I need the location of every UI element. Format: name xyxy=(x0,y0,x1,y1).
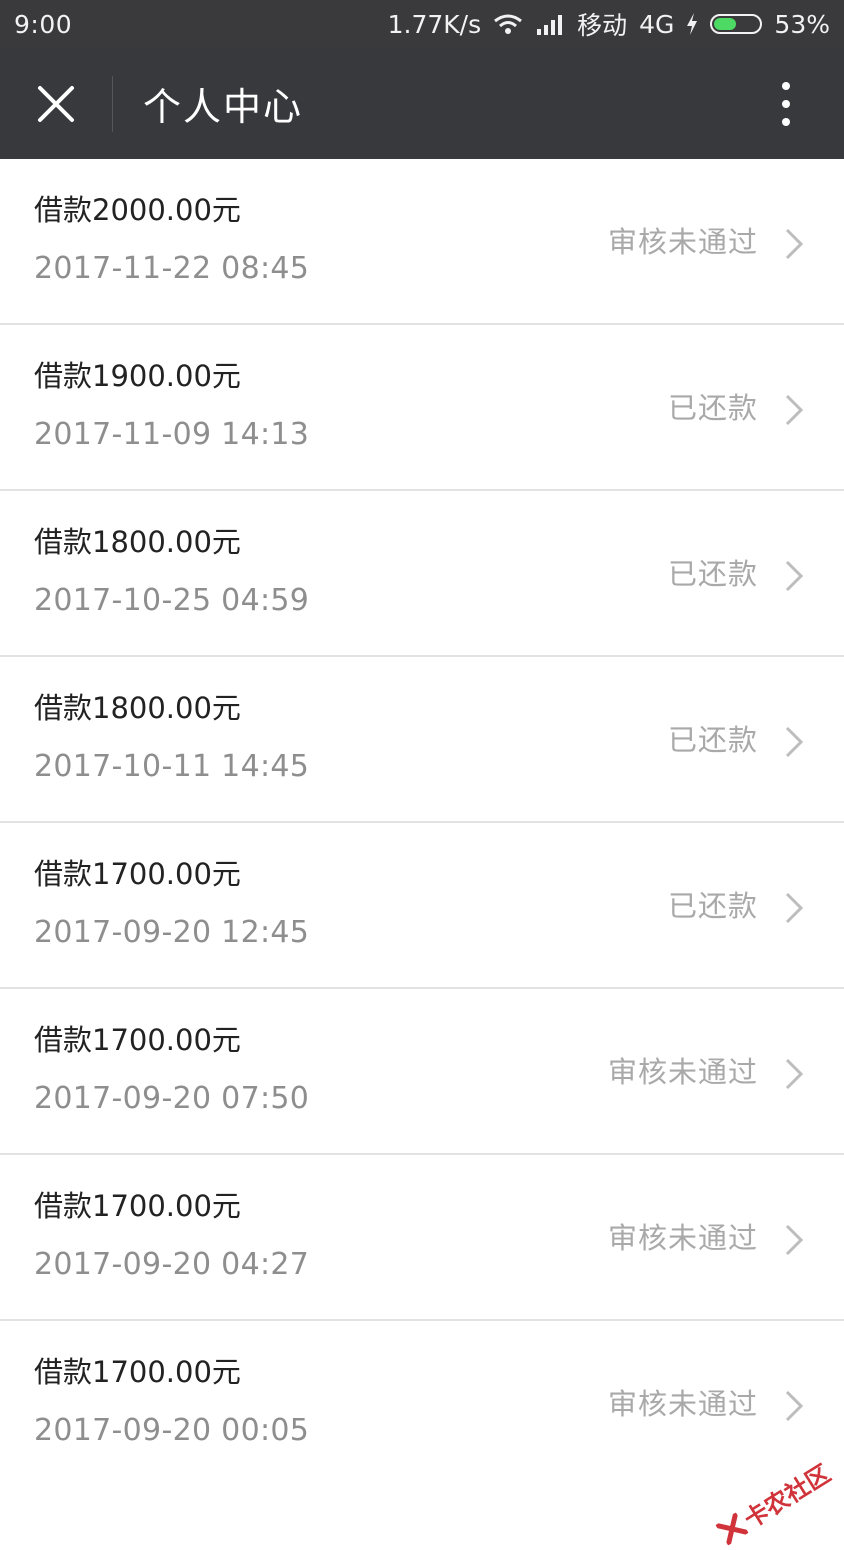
status-bar: 9:00 1.77K/s 移动 4G 53% xyxy=(0,0,844,48)
loan-time: 2017-09-20 07:50 xyxy=(34,1081,310,1116)
loan-time: 2017-10-25 04:59 xyxy=(34,583,310,618)
close-button[interactable] xyxy=(0,48,112,159)
loan-record-row[interactable]: 借款1700.00元 2017-09-20 12:45 已还款 xyxy=(0,823,844,989)
loan-time: 2017-11-09 14:13 xyxy=(34,417,310,452)
chevron-right-icon xyxy=(785,1224,804,1256)
loan-record-row[interactable]: 借款1700.00元 2017-09-20 04:27 审核未通过 xyxy=(0,1155,844,1321)
loan-time: 2017-09-20 04:27 xyxy=(34,1247,310,1282)
chevron-right-icon xyxy=(785,726,804,758)
header-divider xyxy=(112,75,113,132)
close-icon xyxy=(38,85,74,122)
loan-record-row[interactable]: 借款1700.00元 2017-09-20 07:50 审核未通过 xyxy=(0,989,844,1155)
loan-record-row[interactable]: 借款1700.00元 2017-09-20 00:05 审核未通过 xyxy=(0,1321,844,1487)
chevron-right-icon xyxy=(785,394,804,426)
wifi-icon xyxy=(493,13,523,35)
chevron-right-icon xyxy=(785,560,804,592)
loan-amount: 借款1900.00元 xyxy=(34,359,241,393)
loan-time: 2017-11-22 08:45 xyxy=(34,251,310,286)
loan-amount: 借款1800.00元 xyxy=(34,691,241,725)
loan-time: 2017-10-11 14:45 xyxy=(34,749,310,784)
signal-icon xyxy=(535,13,565,35)
more-vertical-icon xyxy=(782,81,790,90)
loan-amount: 借款1700.00元 xyxy=(34,1189,241,1223)
charging-icon xyxy=(686,13,698,35)
loan-record-row[interactable]: 借款2000.00元 2017-11-22 08:45 审核未通过 xyxy=(0,159,844,325)
loan-time: 2017-09-20 12:45 xyxy=(34,915,310,950)
loan-amount: 借款1700.00元 xyxy=(34,1023,241,1057)
status-indicators: 1.77K/s 移动 4G 53% xyxy=(388,6,830,42)
loan-time: 2017-09-20 00:05 xyxy=(34,1413,310,1448)
chevron-right-icon xyxy=(785,1058,804,1090)
network-type: 4G xyxy=(639,9,675,39)
page-title: 个人中心 xyxy=(143,85,304,129)
more-button[interactable] xyxy=(758,48,814,159)
loan-record-row[interactable]: 借款1800.00元 2017-10-25 04:59 已还款 xyxy=(0,491,844,657)
loan-record-row[interactable]: 借款1800.00元 2017-10-11 14:45 已还款 xyxy=(0,657,844,823)
loan-status: 审核未通过 xyxy=(607,1387,758,1421)
loan-amount: 借款1800.00元 xyxy=(34,525,241,559)
battery-icon xyxy=(710,14,763,34)
chevron-right-icon xyxy=(785,892,804,924)
battery-fill xyxy=(714,18,736,30)
loan-record-row[interactable]: 借款1900.00元 2017-11-09 14:13 已还款 xyxy=(0,325,844,491)
loan-status: 审核未通过 xyxy=(607,1055,758,1089)
loan-amount: 借款1700.00元 xyxy=(34,1355,241,1389)
header-bar: 个人中心 xyxy=(0,48,844,159)
net-speed: 1.77K/s xyxy=(387,9,482,39)
loan-status: 已还款 xyxy=(667,889,758,923)
loan-amount: 借款1700.00元 xyxy=(34,857,241,891)
loan-amount: 借款2000.00元 xyxy=(34,193,241,227)
battery-percent: 53% xyxy=(774,9,830,39)
loan-status: 审核未通过 xyxy=(607,225,758,259)
loan-status: 已还款 xyxy=(667,723,758,757)
carrier: 移动 xyxy=(577,11,628,40)
loan-status: 审核未通过 xyxy=(607,1221,758,1255)
chevron-right-icon xyxy=(785,228,804,260)
loan-record-list: 借款2000.00元 2017-11-22 08:45 审核未通过 借款1900… xyxy=(0,159,844,1487)
loan-status: 已还款 xyxy=(667,557,758,591)
chevron-right-icon xyxy=(785,1390,804,1422)
status-time: 9:00 xyxy=(14,9,73,39)
loan-status: 已还款 xyxy=(667,391,758,425)
